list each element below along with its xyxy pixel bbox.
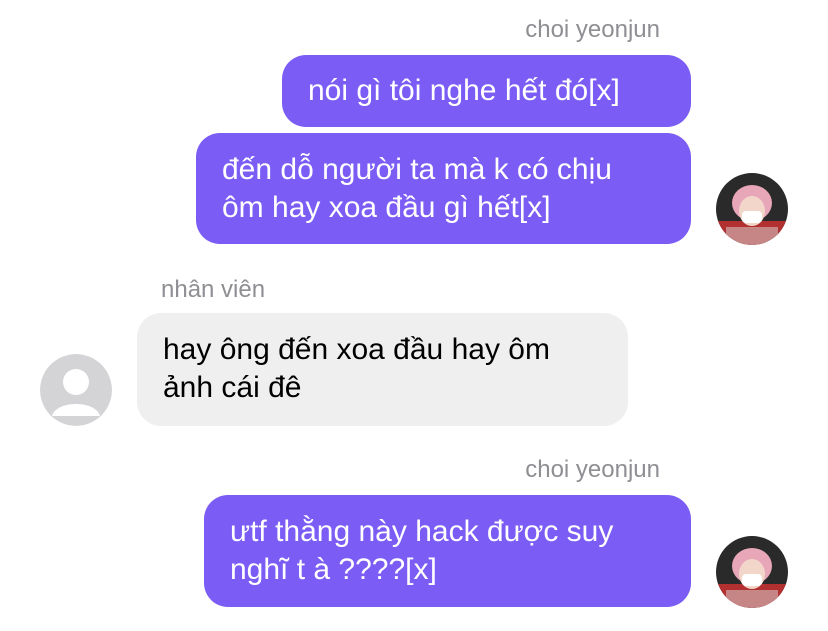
user-photo-icon <box>716 173 788 245</box>
message-text: ưtf thằng này hack được suy <box>230 515 614 548</box>
sender-name: nhân viên <box>161 276 266 303</box>
sender-name: choi yeonjun <box>525 456 660 483</box>
default-avatar-icon <box>40 354 112 426</box>
message-text: đến dỗ người ta mà k có chịu <box>222 153 612 186</box>
message-text: ôm hay xoa đầu gì hết[x] <box>222 191 551 224</box>
message-text: nói gì tôi nghe hết đó[x] <box>308 74 620 107</box>
message-bubble-outgoing[interactable]: ưtf thằng này hack được suy nghĩ t à ???… <box>204 495 691 607</box>
avatar[interactable] <box>716 536 788 608</box>
message-text: hay ông đến xoa đầu hay ôm <box>163 333 550 366</box>
message-bubble-outgoing[interactable]: đến dỗ người ta mà k có chịu ôm hay xoa … <box>196 133 691 244</box>
sender-name: choi yeonjun <box>525 16 660 43</box>
user-photo-icon <box>716 536 788 608</box>
message-text: nghĩ t à ????[x] <box>230 553 437 586</box>
avatar[interactable] <box>716 173 788 245</box>
message-bubble-outgoing[interactable]: nói gì tôi nghe hết đó[x] <box>282 55 691 127</box>
avatar[interactable] <box>40 354 112 426</box>
message-text: ảnh cái đê <box>163 371 302 404</box>
message-bubble-incoming[interactable]: hay ông đến xoa đầu hay ôm ảnh cái đê <box>137 313 628 426</box>
